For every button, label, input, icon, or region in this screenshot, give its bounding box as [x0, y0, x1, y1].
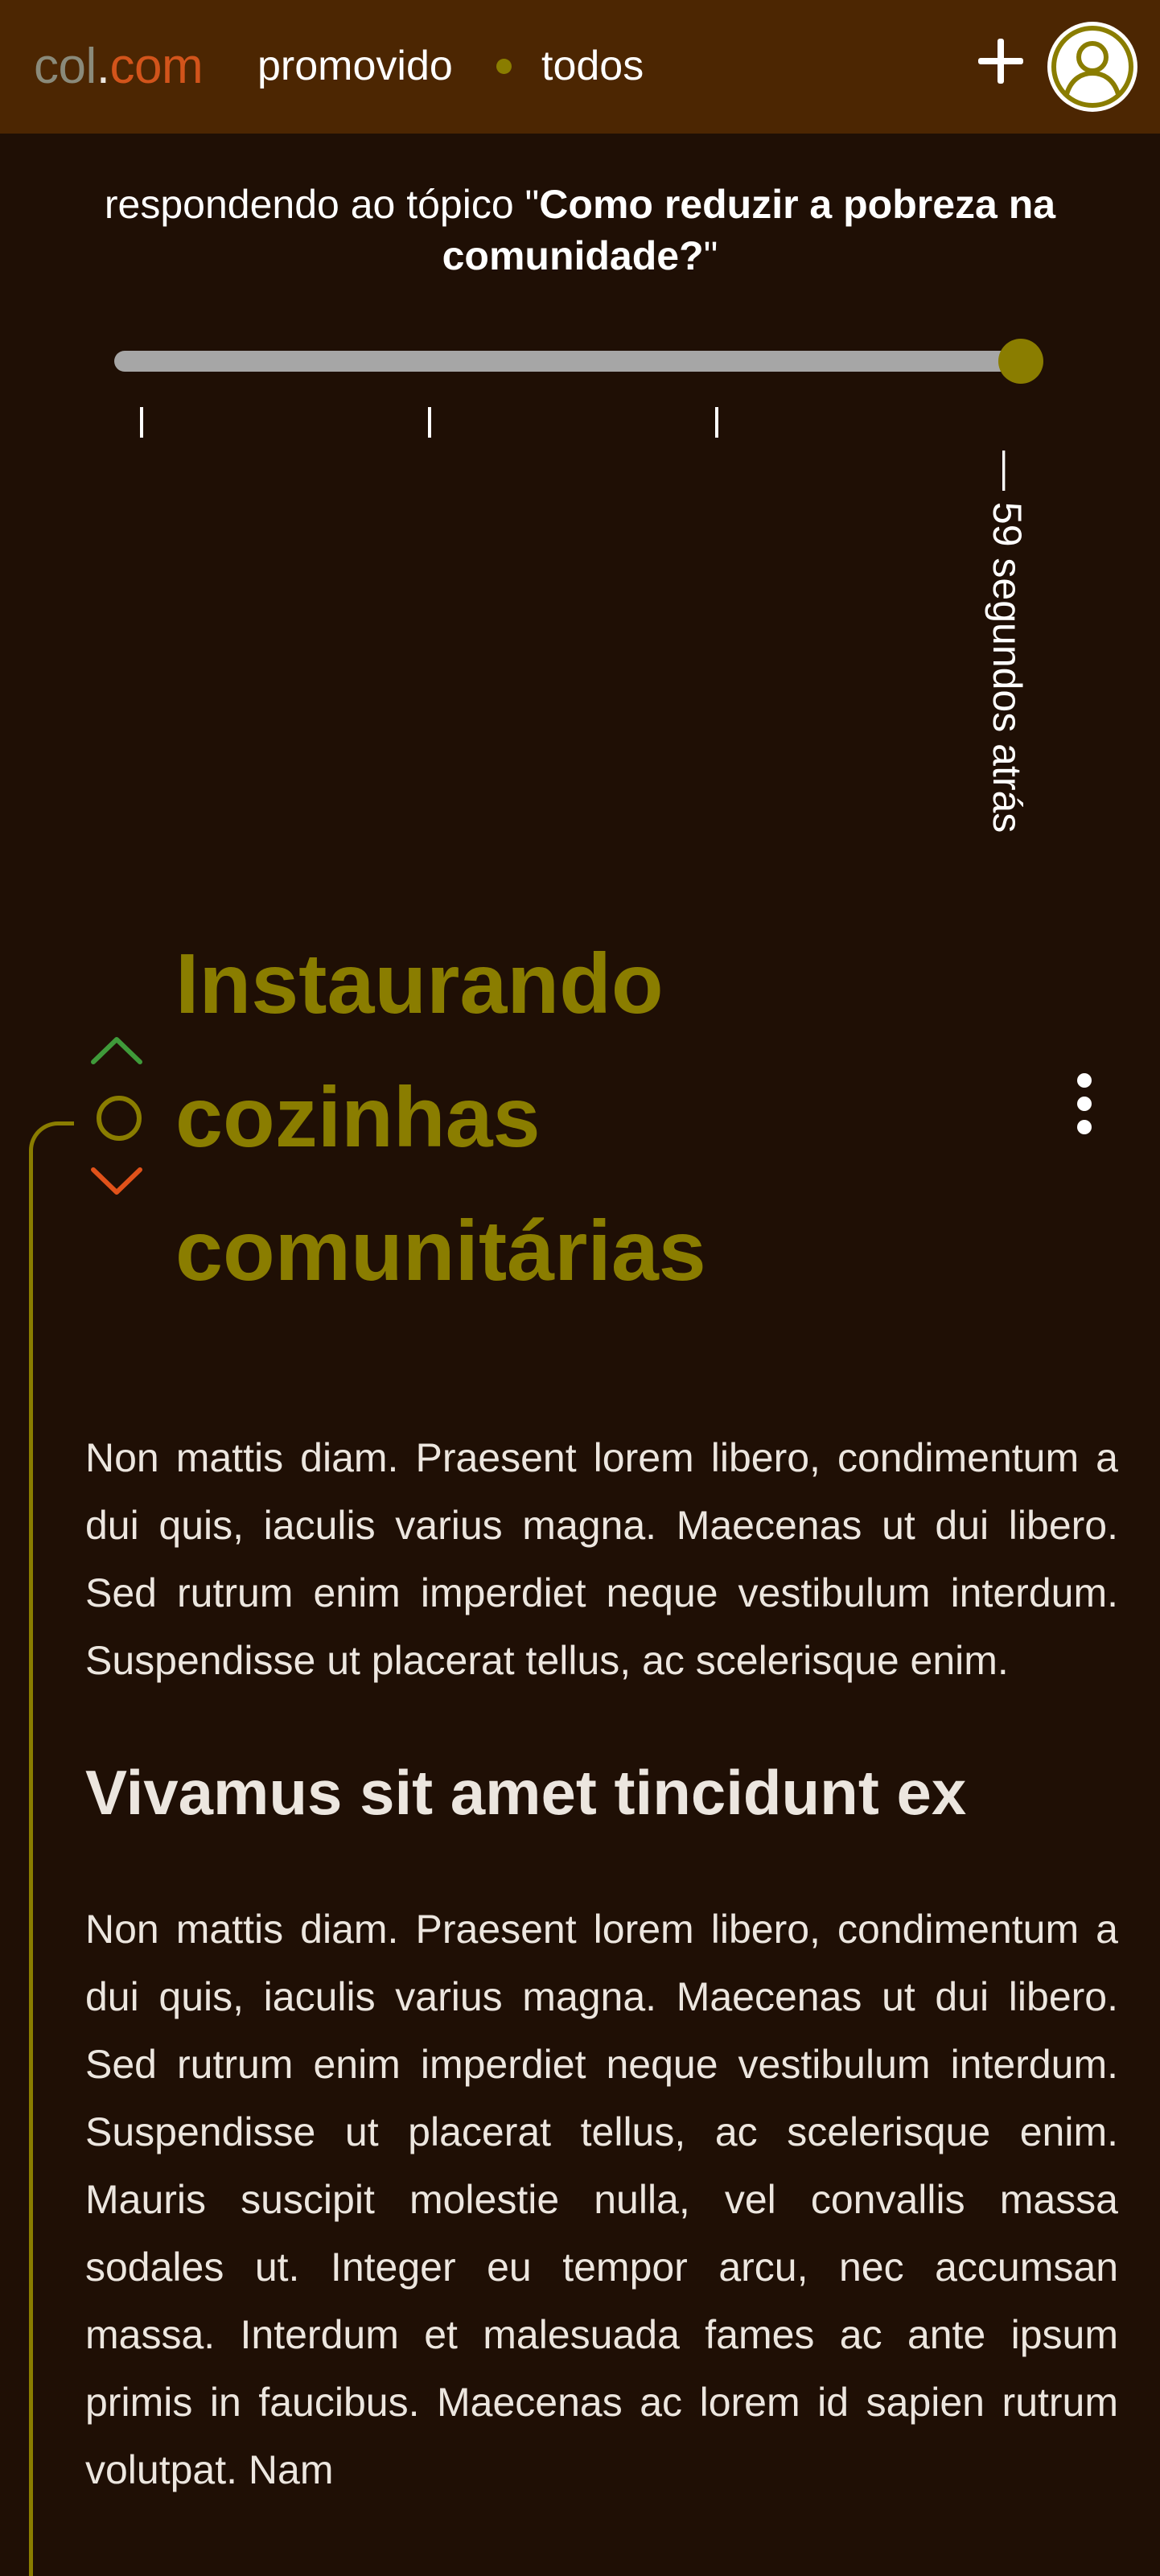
thread-connector-line	[29, 1121, 74, 2576]
logo-part-1: col	[34, 39, 97, 94]
post-paragraph: Non mattis diam. Praesent lorem libero, …	[85, 1435, 1118, 1683]
more-vertical-icon[interactable]	[1070, 1070, 1099, 1138]
timeline-tick	[428, 407, 431, 438]
top-bar: col.com promovido todos	[0, 0, 1160, 134]
chevron-up-icon[interactable]	[88, 1031, 145, 1067]
nav-separator-dot	[496, 59, 512, 74]
topic-reference: respondendo ao tópico "Como reduzir a po…	[48, 179, 1112, 282]
chevron-down-icon[interactable]	[88, 1165, 145, 1200]
logo-part-2: .	[96, 39, 110, 94]
post-body: Non mattis diam. Praesent lorem libero, …	[85, 1424, 1118, 2504]
nav-all-link[interactable]: todos	[541, 40, 644, 92]
user-icon[interactable]	[1047, 22, 1137, 112]
timeline-time-label: — 59 segundos atrás	[985, 451, 1030, 833]
topic-prefix: respondendo ao tópico "	[104, 182, 540, 227]
timeline-slider-track[interactable]	[114, 351, 1022, 372]
topic-suffix: "	[703, 233, 718, 278]
post-paragraph: Non mattis diam. Praesent lorem libero, …	[85, 1907, 1118, 2492]
timeline-tick	[715, 407, 718, 438]
post-subheading: Vivamus sit amet tincidunt ex	[85, 1757, 967, 1828]
timeline-tick	[140, 407, 143, 438]
circle-icon[interactable]	[97, 1096, 142, 1141]
plus-icon[interactable]	[972, 32, 1030, 90]
post-title: Instaurando cozinhas comunitárias	[175, 936, 706, 1298]
nav-promoted-link[interactable]: promovido	[257, 40, 453, 92]
logo-part-3: com	[109, 39, 204, 94]
timeline-slider-thumb[interactable]	[998, 339, 1043, 384]
site-logo[interactable]: col.com	[34, 34, 204, 100]
